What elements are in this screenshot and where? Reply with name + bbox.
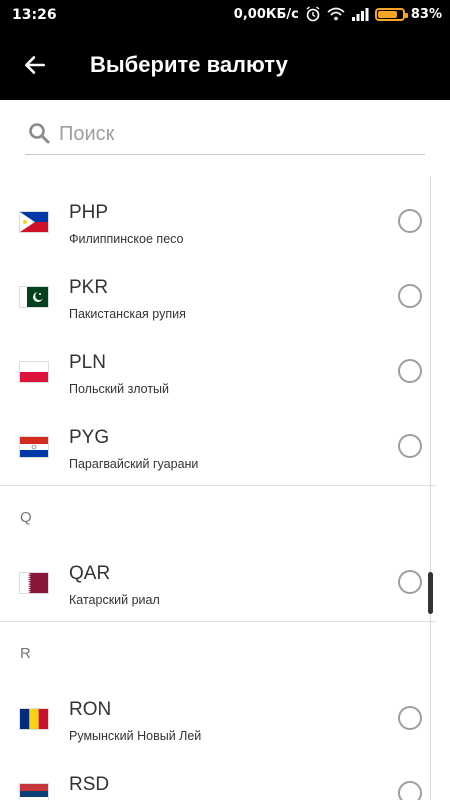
currency-row-php[interactable]: PHP Филиппинское песо — [0, 172, 450, 247]
section-header-q: Q — [20, 509, 32, 526]
network-speed: 0,00КБ/с — [233, 6, 299, 22]
currency-radio[interactable] — [398, 284, 422, 308]
flag-paraguay-icon — [20, 437, 48, 457]
section-header-r: R — [20, 645, 31, 662]
flag-poland-icon — [20, 362, 48, 382]
currency-row-ron[interactable]: RON Румынский Новый Лей — [0, 669, 450, 744]
currency-row-pkr[interactable]: PKR Пакистанская рупия — [0, 247, 450, 322]
currency-code: RON — [69, 699, 112, 720]
flag-pakistan-icon — [20, 287, 48, 307]
wifi-icon — [327, 7, 345, 21]
currency-name: Парагвайский гуарани — [69, 457, 199, 471]
search-icon — [29, 123, 50, 144]
status-time: 13:26 — [12, 7, 57, 23]
flag-romania-icon — [20, 709, 48, 729]
search-bar[interactable] — [25, 118, 425, 155]
currency-name: Румынский Новый Лей — [69, 729, 202, 743]
battery-icon — [374, 7, 408, 21]
currency-name: Катарский риал — [69, 593, 160, 607]
battery-percent: 83% — [410, 6, 442, 22]
back-arrow-icon[interactable] — [22, 52, 48, 78]
search-input[interactable] — [59, 118, 419, 150]
status-bar: 13:26 0,00КБ/с 83% — [0, 0, 450, 32]
scrollbar-thumb[interactable] — [428, 572, 433, 614]
page-title: Выберите валюту — [90, 52, 288, 77]
currency-row-pyg[interactable]: PYG Парагвайский гуарани — [0, 397, 450, 472]
currency-code: PHP — [69, 202, 109, 223]
app-bar: Выберите валюту — [0, 32, 450, 100]
currency-code: RSD — [69, 774, 110, 795]
currency-radio[interactable] — [398, 781, 422, 800]
currency-code: PKR — [69, 277, 109, 298]
section-divider — [0, 621, 436, 622]
currency-name: Пакистанская рупия — [69, 307, 186, 321]
currency-radio[interactable] — [398, 209, 422, 233]
section-divider — [0, 485, 436, 486]
currency-radio[interactable] — [398, 706, 422, 730]
currency-list[interactable]: PHP Филиппинское песо PKR Пакистанская р… — [0, 172, 450, 800]
status-icons: 0,00КБ/с 83% — [234, 6, 442, 22]
currency-radio[interactable] — [398, 570, 422, 594]
currency-row-pln[interactable]: PLN Польский злотый — [0, 322, 450, 397]
currency-name: Филиппинское песо — [69, 232, 184, 246]
flag-qatar-icon — [20, 573, 48, 593]
alarm-icon — [306, 6, 320, 22]
currency-radio[interactable] — [398, 434, 422, 458]
currency-code: QAR — [69, 563, 111, 584]
flag-philippines-icon — [20, 212, 48, 232]
currency-row-rsd[interactable]: RSD — [0, 744, 450, 800]
currency-row-qar[interactable]: QAR Катарский риал — [0, 533, 450, 608]
signal-icon — [351, 8, 369, 21]
currency-code: PLN — [69, 352, 106, 373]
flag-serbia-icon — [20, 784, 48, 800]
currency-radio[interactable] — [398, 359, 422, 383]
scrollbar-track[interactable] — [430, 176, 431, 800]
currency-name: Польский злотый — [69, 382, 170, 396]
currency-code: PYG — [69, 427, 110, 448]
